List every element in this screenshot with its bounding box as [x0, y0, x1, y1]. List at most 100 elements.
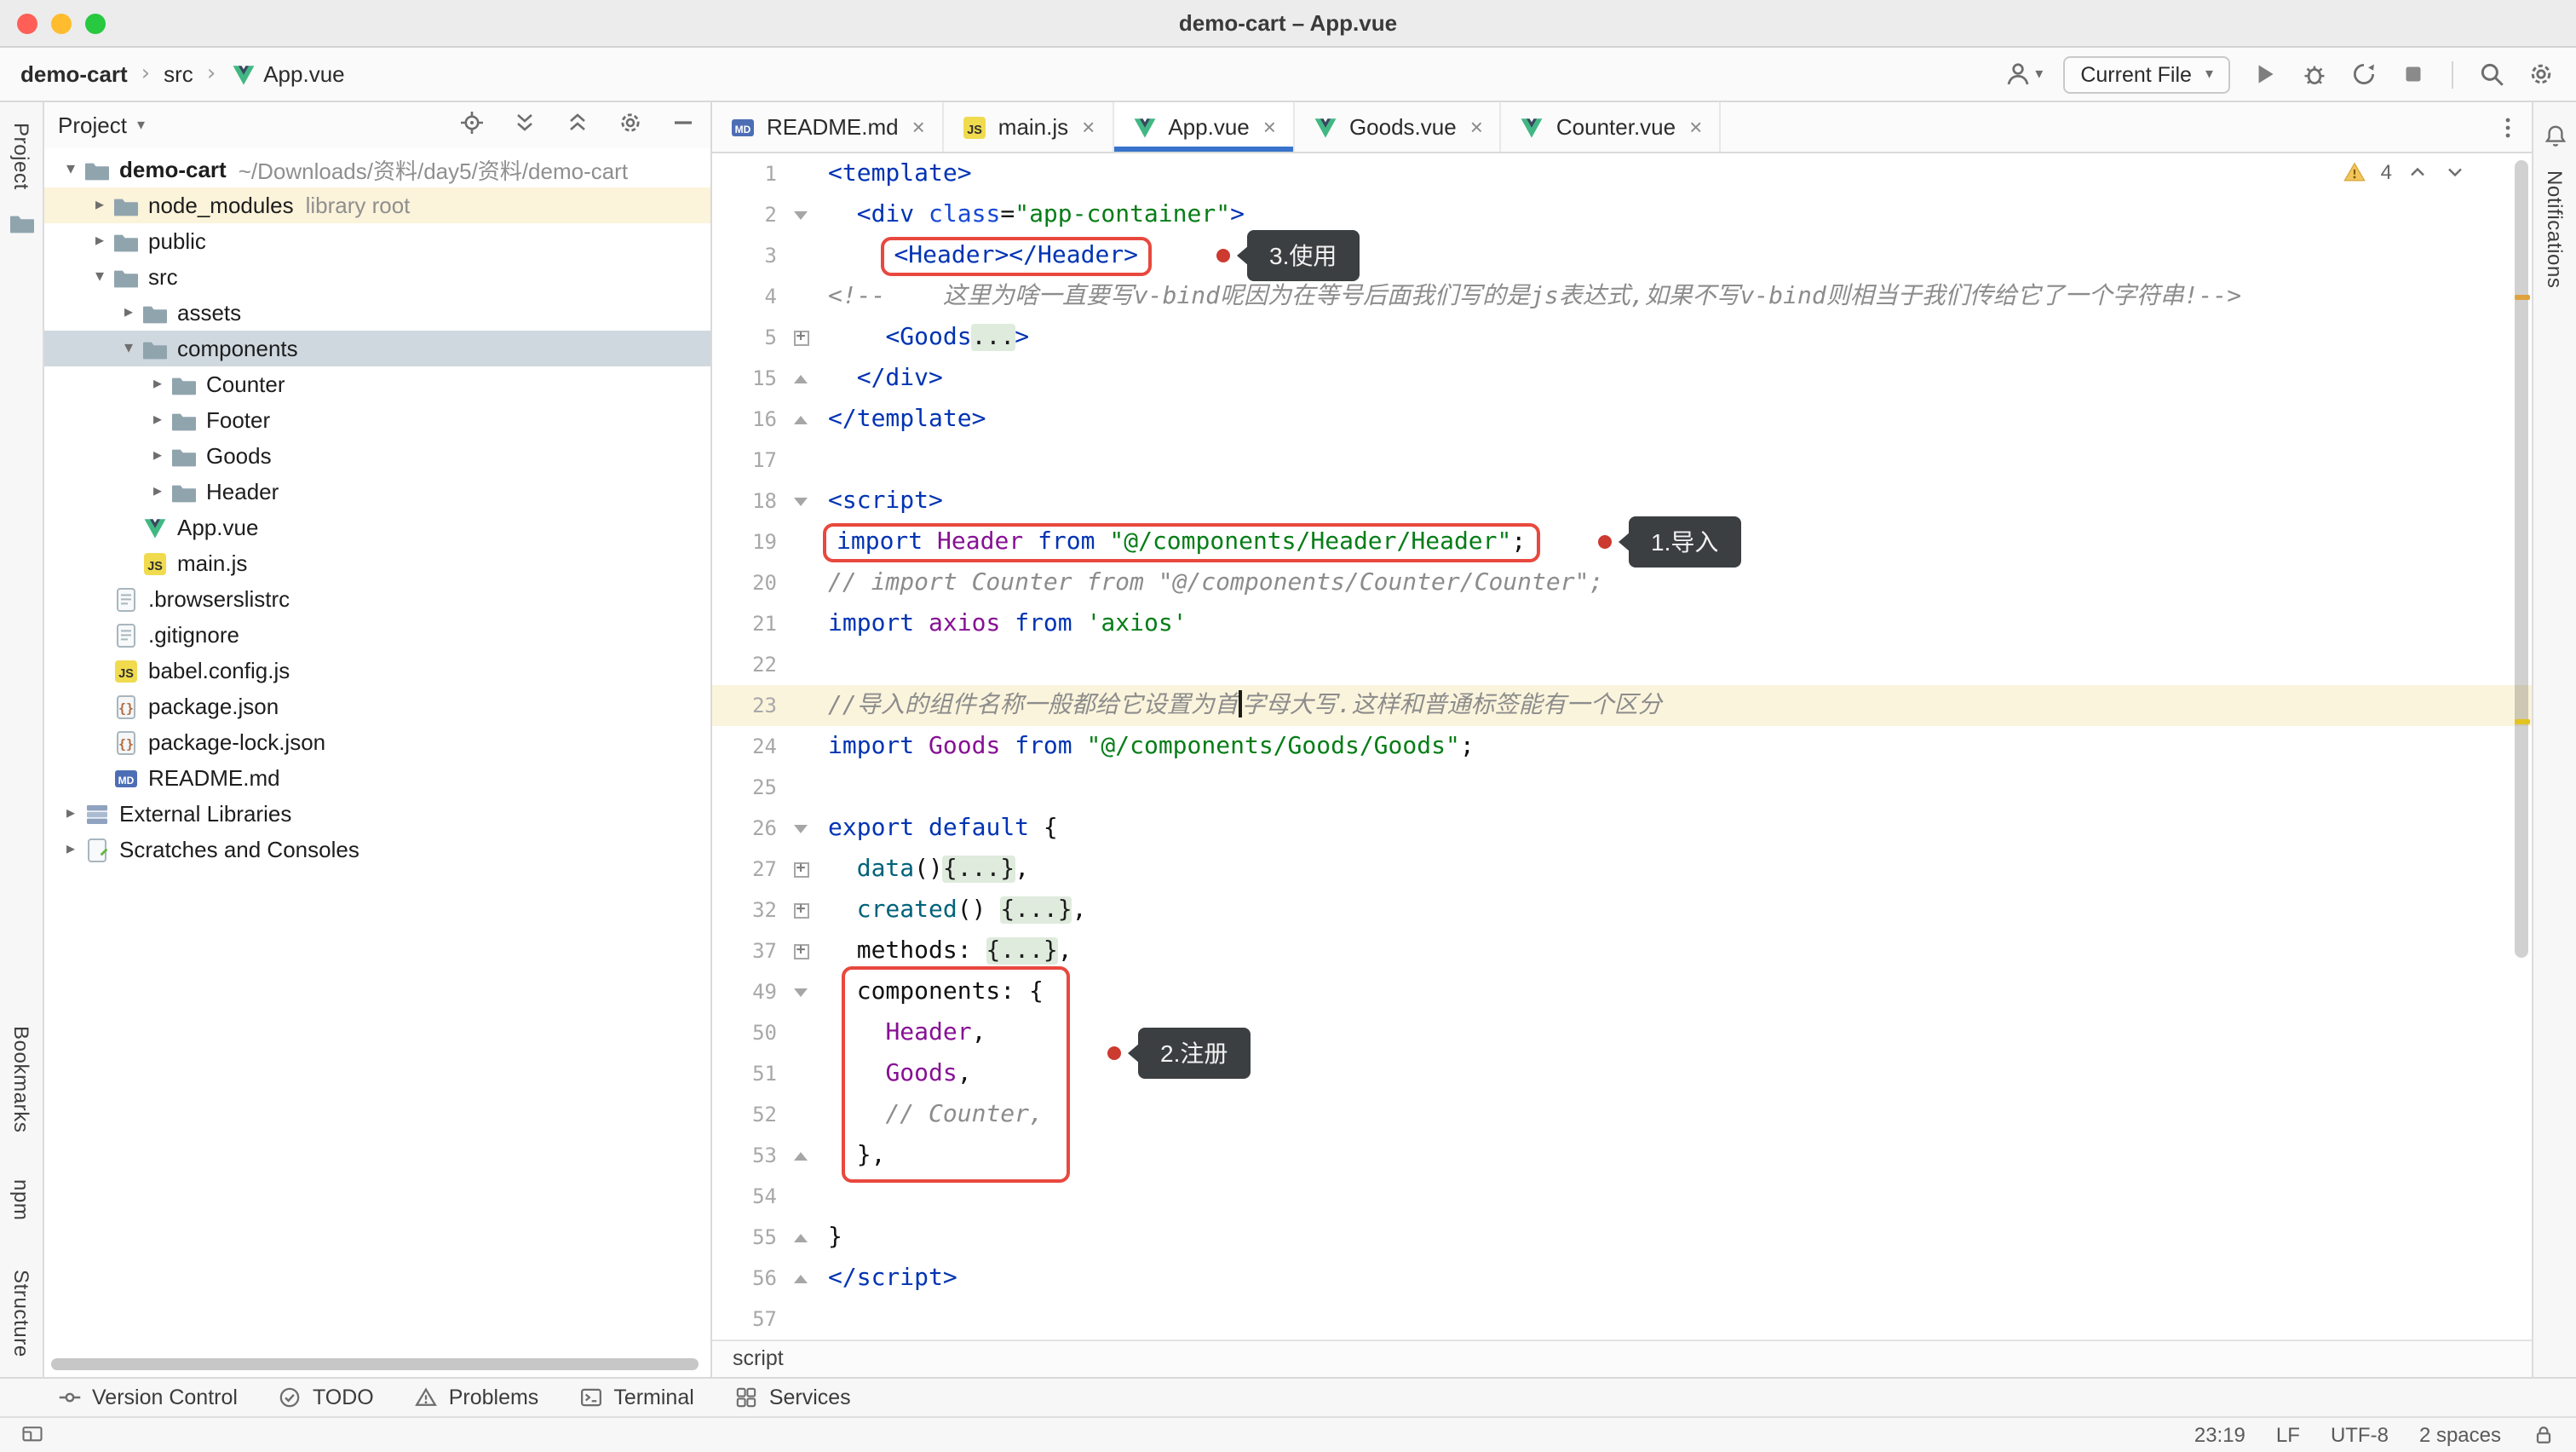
line-number[interactable]: 2 — [712, 194, 787, 235]
fold-marker[interactable]: + — [787, 317, 814, 358]
search-everywhere-button[interactable] — [2477, 60, 2506, 89]
code-line[interactable]: 17 — [712, 440, 2532, 481]
project-tree-item-header[interactable]: ▸Header — [44, 474, 710, 510]
tree-chevron[interactable]: ▸ — [145, 447, 170, 465]
code-line[interactable]: 52 // Counter, — [712, 1094, 2532, 1135]
editor-tab-counter-vue[interactable]: Counter.vue× — [1502, 102, 1721, 152]
project-tree-item-external-libraries[interactable]: ▸External Libraries — [44, 796, 710, 832]
project-tree-item-browserslistrc[interactable]: .browserslistrc — [44, 581, 710, 617]
breadcrumb-item-src[interactable]: src — [164, 61, 193, 87]
fold-marker[interactable]: + — [787, 931, 814, 971]
toolwindow-button-bookmarks[interactable]: Bookmarks — [9, 1025, 33, 1132]
project-tree-item-package-json[interactable]: {}package.json — [44, 689, 710, 724]
line-number[interactable]: 26 — [712, 808, 787, 849]
toolwindow-button-project[interactable]: Project — [9, 123, 33, 190]
toolwindow-button-problems[interactable]: Problems — [415, 1386, 539, 1409]
editor-tab-main-js[interactable]: JSmain.js× — [944, 102, 1114, 152]
run-button[interactable] — [2251, 60, 2280, 89]
tree-chevron[interactable]: ▸ — [58, 804, 83, 823]
project-tree-item-components[interactable]: ▾components — [44, 331, 710, 366]
fold-marker[interactable]: + — [787, 890, 814, 931]
project-tree-item-app-vue[interactable]: App.vue — [44, 510, 710, 545]
tree-chevron[interactable]: ▸ — [116, 303, 141, 322]
line-number[interactable]: 56 — [712, 1258, 787, 1299]
editor-tab-readme-md[interactable]: MDREADME.md× — [712, 102, 944, 152]
project-tree-item-node-modules[interactable]: ▸node_moduleslibrary root — [44, 187, 710, 223]
tree-chevron[interactable]: ▸ — [58, 840, 83, 859]
code-line[interactable]: 4<!-- 这里为啥一直要写v-bind呢因为在等号后面我们写的是js表达式,如… — [712, 276, 2532, 317]
code-line[interactable]: 19import Header from "@/components/Heade… — [712, 521, 2532, 562]
close-window-button[interactable] — [17, 14, 37, 34]
code-line[interactable]: 22 — [712, 644, 2532, 685]
line-number[interactable]: 49 — [712, 971, 787, 1012]
code-line[interactable]: 23//导入的组件名称一般都给它设置为首字母大写.这样和普通标签能有一个区分 — [712, 685, 2532, 726]
tree-chevron[interactable]: ▾ — [58, 160, 83, 179]
code-line[interactable]: 50 Header, — [712, 1012, 2532, 1053]
chevron-down-icon[interactable]: ▾ — [137, 117, 145, 134]
code-line[interactable]: 54 — [712, 1176, 2532, 1217]
hide-panel-button[interactable] — [670, 109, 697, 141]
code-line[interactable]: 27+ data(){...}, — [712, 849, 2532, 890]
code-line[interactable]: 53 }, — [712, 1135, 2532, 1176]
code-line[interactable]: 5+ <Goods...> — [712, 317, 2532, 358]
fold-marker[interactable] — [787, 1217, 814, 1258]
tree-chevron[interactable]: ▾ — [116, 339, 141, 358]
line-number[interactable]: 15 — [712, 358, 787, 399]
line-number[interactable]: 1 — [712, 153, 787, 194]
project-tree-item-counter[interactable]: ▸Counter — [44, 366, 710, 402]
project-tree-item-babel-config-js[interactable]: JSbabel.config.js — [44, 653, 710, 689]
project-tree-item-gitignore[interactable]: .gitignore — [44, 617, 710, 653]
project-tree-item-scratches-and-consoles[interactable]: ▸Scratches and Consoles — [44, 832, 710, 867]
tree-chevron[interactable]: ▸ — [87, 196, 112, 215]
line-number[interactable]: 23 — [712, 685, 787, 726]
line-number[interactable]: 25 — [712, 767, 787, 808]
tree-chevron[interactable]: ▸ — [87, 232, 112, 251]
fold-marker[interactable] — [787, 399, 814, 440]
project-horizontal-scrollbar[interactable] — [51, 1358, 699, 1370]
breadcrumb-script[interactable]: script — [733, 1346, 784, 1370]
project-tree-item-assets[interactable]: ▸assets — [44, 295, 710, 331]
line-number[interactable]: 50 — [712, 1012, 787, 1053]
project-tree-item-package-lock-json[interactable]: {}package-lock.json — [44, 724, 710, 760]
code-line[interactable]: 55} — [712, 1217, 2532, 1258]
line-number[interactable]: 4 — [712, 276, 787, 317]
user-account-button[interactable]: ▾ — [2003, 60, 2043, 89]
code-line[interactable]: 25 — [712, 767, 2532, 808]
fold-marker[interactable] — [787, 1135, 814, 1176]
line-number[interactable]: 37 — [712, 931, 787, 971]
stop-button[interactable] — [2399, 60, 2428, 89]
collapse-all-button[interactable] — [564, 109, 591, 141]
line-number[interactable]: 27 — [712, 849, 787, 890]
code-line[interactable]: 21import axios from 'axios' — [712, 603, 2532, 644]
toolwindow-button-version-control[interactable]: Version Control — [58, 1386, 238, 1409]
toolwindow-button-structure[interactable]: Structure — [9, 1269, 33, 1357]
line-number[interactable]: 19 — [712, 521, 787, 562]
code-line[interactable]: 16</template> — [712, 399, 2532, 440]
breadcrumb-item-demo-cart[interactable]: demo-cart — [20, 61, 128, 87]
code-line[interactable]: 49 components: { — [712, 971, 2532, 1012]
close-tab-icon[interactable]: × — [1470, 114, 1483, 140]
zoom-window-button[interactable] — [85, 14, 106, 34]
line-number[interactable]: 22 — [712, 644, 787, 685]
line-number[interactable]: 57 — [712, 1299, 787, 1340]
tree-chevron[interactable]: ▾ — [87, 268, 112, 286]
line-number[interactable]: 24 — [712, 726, 787, 767]
expand-all-button[interactable] — [511, 109, 538, 141]
notifications-bell-icon[interactable] — [2541, 123, 2568, 150]
line-number[interactable]: 55 — [712, 1217, 787, 1258]
status-utf-8[interactable]: UTF-8 — [2331, 1423, 2389, 1447]
fold-marker[interactable] — [787, 194, 814, 235]
editor-vertical-scrollbar[interactable] — [2515, 160, 2528, 958]
settings-button[interactable] — [2527, 60, 2556, 89]
fold-marker[interactable] — [787, 358, 814, 399]
project-tree-item-main-js[interactable]: JSmain.js — [44, 545, 710, 581]
close-tab-icon[interactable]: × — [1689, 114, 1702, 140]
fold-marker[interactable]: + — [787, 849, 814, 890]
project-tree-item-footer[interactable]: ▸Footer — [44, 402, 710, 438]
line-number[interactable]: 32 — [712, 890, 787, 931]
minimize-window-button[interactable] — [51, 14, 72, 34]
code-line[interactable]: 26export default { — [712, 808, 2532, 849]
tab-options-button[interactable] — [2494, 102, 2521, 152]
close-tab-icon[interactable]: × — [1263, 114, 1276, 140]
code-editor[interactable]: 1<template>2 <div class="app-container">… — [712, 153, 2532, 1340]
